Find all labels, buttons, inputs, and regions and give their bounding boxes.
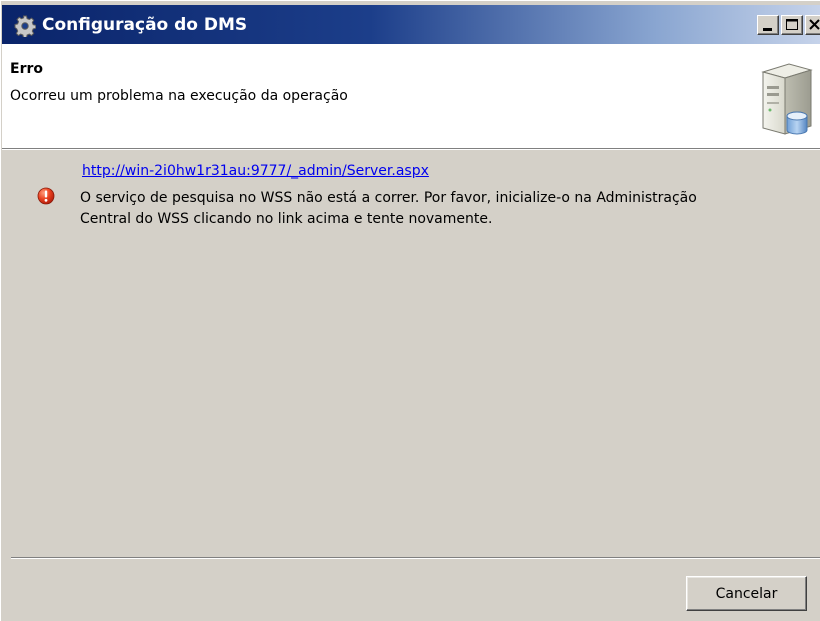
content-area: http://win-2i0hw1r31au:9777/_admin/Serve… [2, 150, 820, 555]
maximize-button[interactable] [781, 15, 803, 35]
cancel-button[interactable]: Cancelar [686, 576, 807, 611]
maximize-icon [786, 19, 798, 30]
title-bar-buttons [757, 15, 820, 37]
error-icon [37, 187, 55, 205]
window-title: Configuração do DMS [42, 15, 248, 35]
minimize-icon [763, 28, 772, 31]
footer-divider [11, 557, 820, 559]
close-button[interactable] [805, 15, 820, 35]
minimize-button[interactable] [757, 15, 779, 35]
header-title: Erro [10, 61, 43, 77]
admin-server-link[interactable]: http://win-2i0hw1r31au:9777/_admin/Serve… [82, 163, 429, 179]
close-icon [809, 19, 820, 30]
dialog-window: Configuração do DMS Erro Ocorreu um prob… [0, 0, 820, 621]
error-message: O serviço de pesquisa no WSS não está a … [80, 190, 697, 227]
server-database-icon [757, 58, 817, 140]
title-bar[interactable]: Configuração do DMS [2, 5, 820, 44]
header-panel: Erro Ocorreu um problema na execução da … [2, 44, 820, 148]
header-message: Ocorreu um problema na execução da opera… [10, 88, 348, 104]
gear-icon [14, 15, 37, 39]
